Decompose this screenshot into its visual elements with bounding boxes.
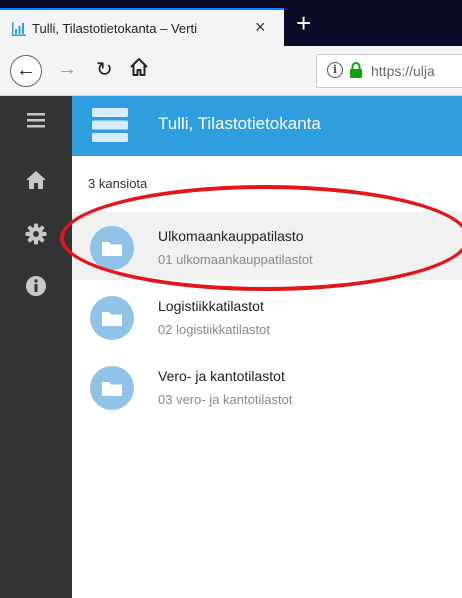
- folder-item-logistiikkatilastot[interactable]: Logistiikkatilastot 02 logistiikkatilast…: [72, 282, 462, 350]
- folder-item-vero-ja-kantotilastot[interactable]: Vero- ja kantotilastot 03 vero- ja kanto…: [72, 352, 462, 420]
- tab-title: Tulli, Tilastotietokanta – Verti: [32, 21, 197, 36]
- browser-nav-bar: ← → ↻ i https://ulja: [0, 46, 462, 96]
- back-button[interactable]: ←: [10, 55, 42, 87]
- app-sidebar: [0, 96, 72, 598]
- menu-icon[interactable]: [24, 108, 48, 132]
- folder-item-ulkomaankauppatilasto[interactable]: Ulkomaankauppatilasto 01 ulkomaankauppat…: [72, 212, 462, 280]
- chart-favicon-icon: [12, 22, 26, 36]
- folder-subtitle: 02 logistiikkatilastot: [158, 322, 270, 337]
- folder-title: Ulkomaankauppatilasto: [158, 228, 304, 244]
- lock-icon: [350, 62, 362, 78]
- close-tab-icon[interactable]: ×: [255, 17, 266, 38]
- home-button[interactable]: [128, 56, 150, 78]
- folder-subtitle: 01 ulkomaankauppatilastot: [158, 252, 313, 267]
- url-bar[interactable]: i https://ulja: [316, 54, 462, 88]
- folder-title: Vero- ja kantotilastot: [158, 368, 285, 384]
- app-header: Tulli, Tilastotietokanta: [72, 96, 462, 156]
- folder-icon: [90, 366, 134, 410]
- folder-icon: [90, 226, 134, 270]
- home-icon[interactable]: [24, 168, 48, 192]
- folder-count-breadcrumb: 3 kansiota: [88, 176, 148, 191]
- url-text: https://ulja: [371, 63, 435, 79]
- database-logo-icon: [92, 108, 128, 142]
- reload-button[interactable]: ↻: [96, 57, 113, 82]
- forward-button[interactable]: →: [57, 58, 77, 81]
- browser-tab-strip: Tulli, Tilastotietokanta – Verti × +: [0, 0, 462, 46]
- info-icon[interactable]: [24, 274, 48, 298]
- folder-title: Logistiikkatilastot: [158, 298, 264, 314]
- folder-browser: 3 kansiota Ulkomaankauppatilasto 01 ulko…: [72, 156, 462, 598]
- browser-tab[interactable]: Tulli, Tilastotietokanta – Verti ×: [0, 8, 284, 46]
- site-info-icon[interactable]: i: [327, 62, 343, 78]
- gear-icon[interactable]: [24, 222, 48, 246]
- new-tab-button[interactable]: +: [296, 8, 311, 38]
- folder-icon: [90, 296, 134, 340]
- app-title: Tulli, Tilastotietokanta: [158, 114, 321, 133]
- folder-subtitle: 03 vero- ja kantotilastot: [158, 392, 293, 407]
